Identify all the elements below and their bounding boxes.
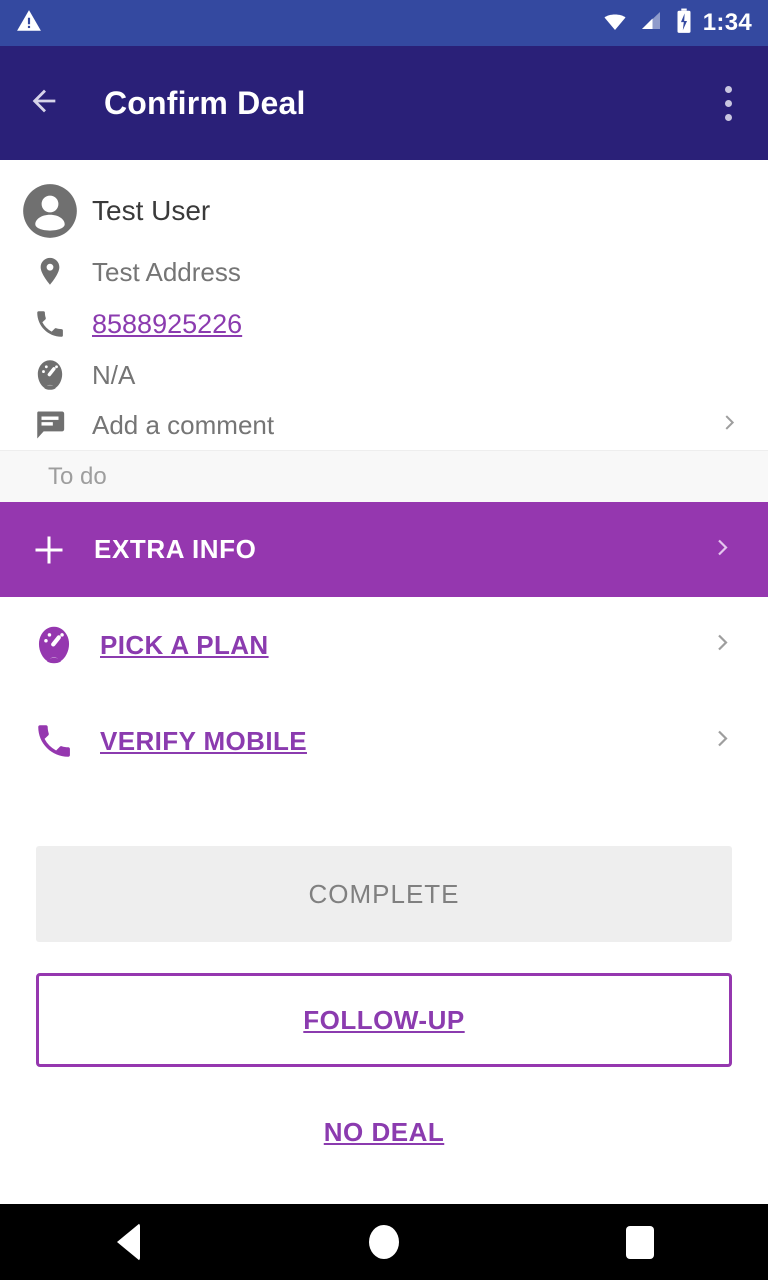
todo-section-label: To do	[48, 462, 107, 490]
task-label-pick-a-plan[interactable]: PICK A PLAN	[100, 630, 269, 661]
overflow-menu-button[interactable]	[704, 75, 752, 131]
speedometer-icon	[22, 358, 78, 392]
chevron-right-icon	[710, 535, 734, 564]
contact-phone-link[interactable]: 8588925226	[92, 309, 242, 340]
comment-bubble-icon	[22, 408, 78, 442]
contact-name: Test User	[92, 195, 211, 226]
speedometer-icon	[26, 624, 82, 666]
status-bar-right: 1:34	[601, 8, 752, 39]
add-comment-label: Add a comment	[92, 409, 275, 440]
more-vert-icon-dot2	[724, 99, 732, 107]
arrow-back-icon	[27, 84, 61, 123]
status-bar-clock: 1:34	[702, 9, 752, 36]
contact-phone-row[interactable]: 8588925226	[0, 298, 768, 350]
chevron-right-icon	[718, 412, 740, 439]
nav-back-icon	[116, 1223, 140, 1261]
complete-button-label: COMPLETE	[308, 878, 460, 909]
contact-plan-value: N/A	[92, 359, 136, 390]
warning-triangle-icon	[16, 8, 42, 39]
chevron-right-icon	[710, 631, 734, 660]
status-bar-left	[16, 8, 601, 39]
contact-address: Test Address	[92, 256, 241, 287]
task-label-verify-mobile[interactable]: VERIFY MOBILE	[100, 726, 307, 757]
page-title: Confirm Deal	[104, 84, 306, 121]
task-row-verify-mobile[interactable]: VERIFY MOBILE	[0, 693, 768, 789]
wifi-icon	[601, 9, 629, 38]
status-bar: 1:34	[0, 0, 768, 46]
android-nav-bar	[0, 1204, 768, 1280]
contact-name-row: Test User	[0, 176, 768, 246]
more-vert-icon-dot3	[724, 113, 732, 121]
no-deal-button-label: NO DEAL	[323, 1116, 445, 1147]
location-pin-icon	[22, 255, 78, 289]
todo-section-header: To do	[0, 450, 768, 502]
contact-details: Test User Test Address 8588925226 N/A Ad	[0, 160, 768, 450]
phone-icon	[26, 720, 82, 762]
follow-up-button-label: FOLLOW-UP	[303, 1004, 465, 1035]
nav-home-button[interactable]	[324, 1204, 444, 1280]
app-bar: Confirm Deal	[0, 46, 768, 160]
contact-plan-row: N/A	[0, 350, 768, 400]
phone-icon	[22, 307, 78, 341]
nav-back-button[interactable]	[68, 1204, 188, 1280]
task-row-pick-a-plan[interactable]: PICK A PLAN	[0, 597, 768, 693]
nav-recents-button[interactable]	[580, 1204, 700, 1280]
add-comment-row[interactable]: Add a comment	[0, 400, 768, 450]
follow-up-button[interactable]: FOLLOW-UP	[36, 973, 732, 1067]
action-buttons: COMPLETE FOLLOW-UP NO DEAL	[0, 846, 768, 1169]
complete-button[interactable]: COMPLETE	[36, 846, 732, 942]
more-vert-icon	[724, 85, 732, 93]
contact-address-row: Test Address	[0, 246, 768, 298]
chevron-right-icon	[710, 727, 734, 756]
cell-signal-icon	[639, 9, 665, 38]
no-deal-button[interactable]: NO DEAL	[36, 1095, 732, 1169]
nav-home-icon	[369, 1225, 399, 1259]
nav-recents-icon	[626, 1225, 654, 1259]
battery-charging-icon	[675, 8, 693, 39]
person-avatar-icon	[22, 180, 78, 242]
extra-info-label: EXTRA INFO	[94, 534, 257, 564]
plus-icon	[26, 532, 72, 568]
back-button[interactable]	[16, 75, 72, 131]
phone-screen: 1:34 Confirm Deal Test User Test Address…	[0, 0, 768, 1280]
extra-info-row[interactable]: EXTRA INFO	[0, 502, 768, 597]
